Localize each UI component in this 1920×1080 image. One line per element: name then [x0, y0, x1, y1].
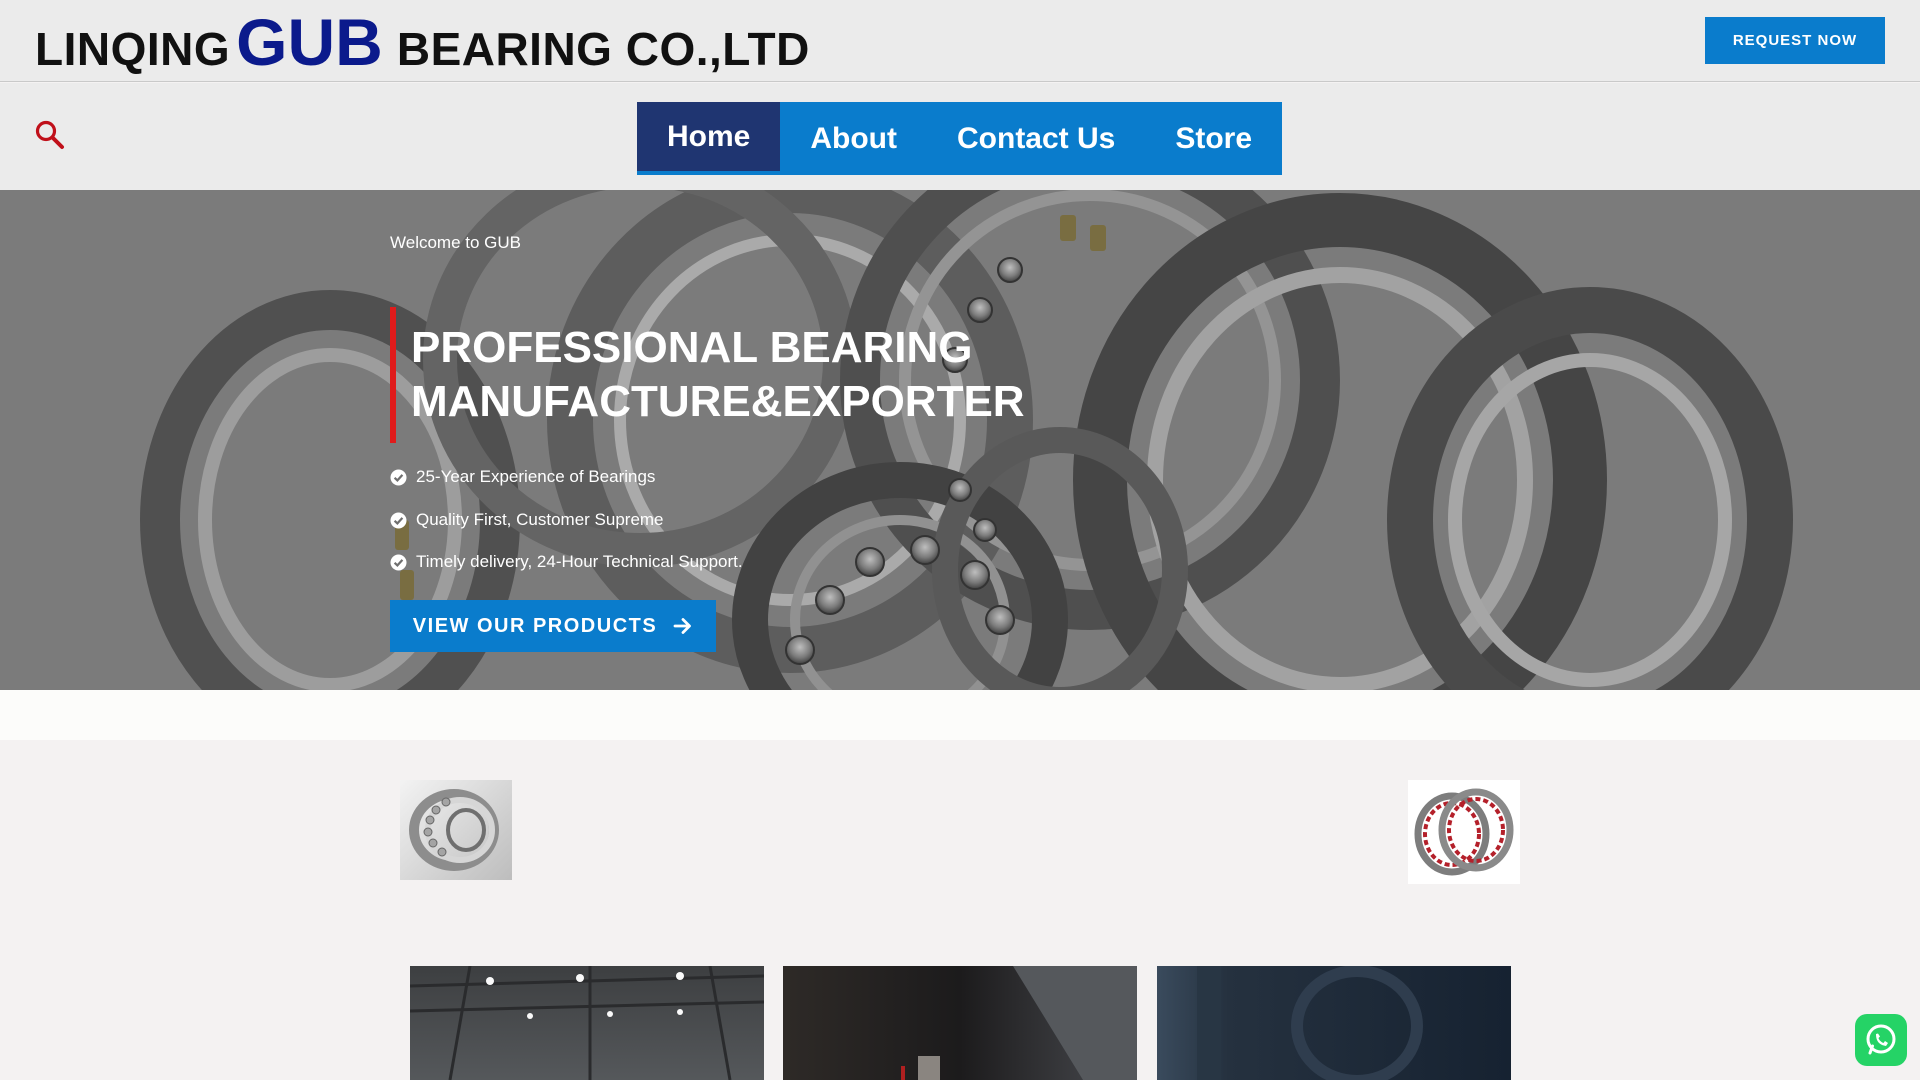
logo-text-linqing: LINQING [35, 23, 231, 75]
angular-contact-bearing-image[interactable] [1408, 780, 1520, 884]
feature-item: 25-Year Experience of Bearings [390, 467, 655, 487]
hero-headline: PROFESSIONAL BEARING MANUFACTURE&EXPORTE… [411, 321, 1025, 429]
feature-text: Quality First, Customer Supreme [416, 510, 664, 529]
arrow-right-icon [673, 618, 692, 634]
welcome-text: Welcome to GUB [390, 233, 522, 252]
feature-item: Quality First, Customer Supreme [390, 510, 664, 530]
hero-banner: Welcome to GUB PROFESSIONAL BEARING MANU… [0, 190, 1920, 690]
nav-item-about[interactable]: About [780, 102, 927, 175]
check-circle-icon [390, 554, 407, 570]
headline-line-2: MANUFACTURE&EXPORTER [411, 377, 1025, 426]
factory-photo-2[interactable] [783, 966, 1137, 1080]
factory-photo-1[interactable] [410, 966, 764, 1080]
feature-item: Timely delivery, 24-Hour Technical Suppo… [390, 552, 743, 572]
main-nav: Home About Contact Us Store [637, 102, 1283, 175]
site-logo[interactable]: LINQINGGUB BEARING CO.,LTD [35, 4, 810, 80]
nav-item-home[interactable]: Home [637, 102, 781, 175]
nav-item-contact-us[interactable]: Contact Us [927, 102, 1145, 175]
thrust-bearing-image[interactable] [400, 780, 512, 880]
logo-text-gub: GUB [236, 5, 383, 79]
nav-row: Home About Contact Us Store [0, 83, 1920, 190]
whatsapp-icon [1866, 1024, 1896, 1055]
check-circle-icon [390, 469, 407, 485]
view-products-button[interactable]: VIEW OUR PRODUCTS [390, 600, 716, 652]
top-header: LINQINGGUB BEARING CO.,LTD REQUEST NOW [0, 0, 1920, 82]
section-divider [0, 690, 1920, 740]
factory-photo-3[interactable] [1157, 966, 1511, 1080]
request-now-button[interactable]: REQUEST NOW [1705, 17, 1885, 64]
headline-accent-bar [390, 307, 396, 443]
headline-line-1: PROFESSIONAL BEARING [411, 323, 973, 372]
search-icon[interactable] [34, 119, 66, 151]
whatsapp-chat-button[interactable] [1855, 1014, 1907, 1066]
hero-bearings-image [0, 190, 1920, 690]
view-products-label: VIEW OUR PRODUCTS [412, 614, 658, 637]
nav-item-store[interactable]: Store [1145, 102, 1282, 175]
feature-text: 25-Year Experience of Bearings [416, 467, 656, 486]
feature-text: Timely delivery, 24-Hour Technical Suppo… [416, 552, 743, 571]
check-circle-icon [390, 512, 407, 528]
logo-text-company: BEARING CO.,LTD [396, 23, 810, 75]
